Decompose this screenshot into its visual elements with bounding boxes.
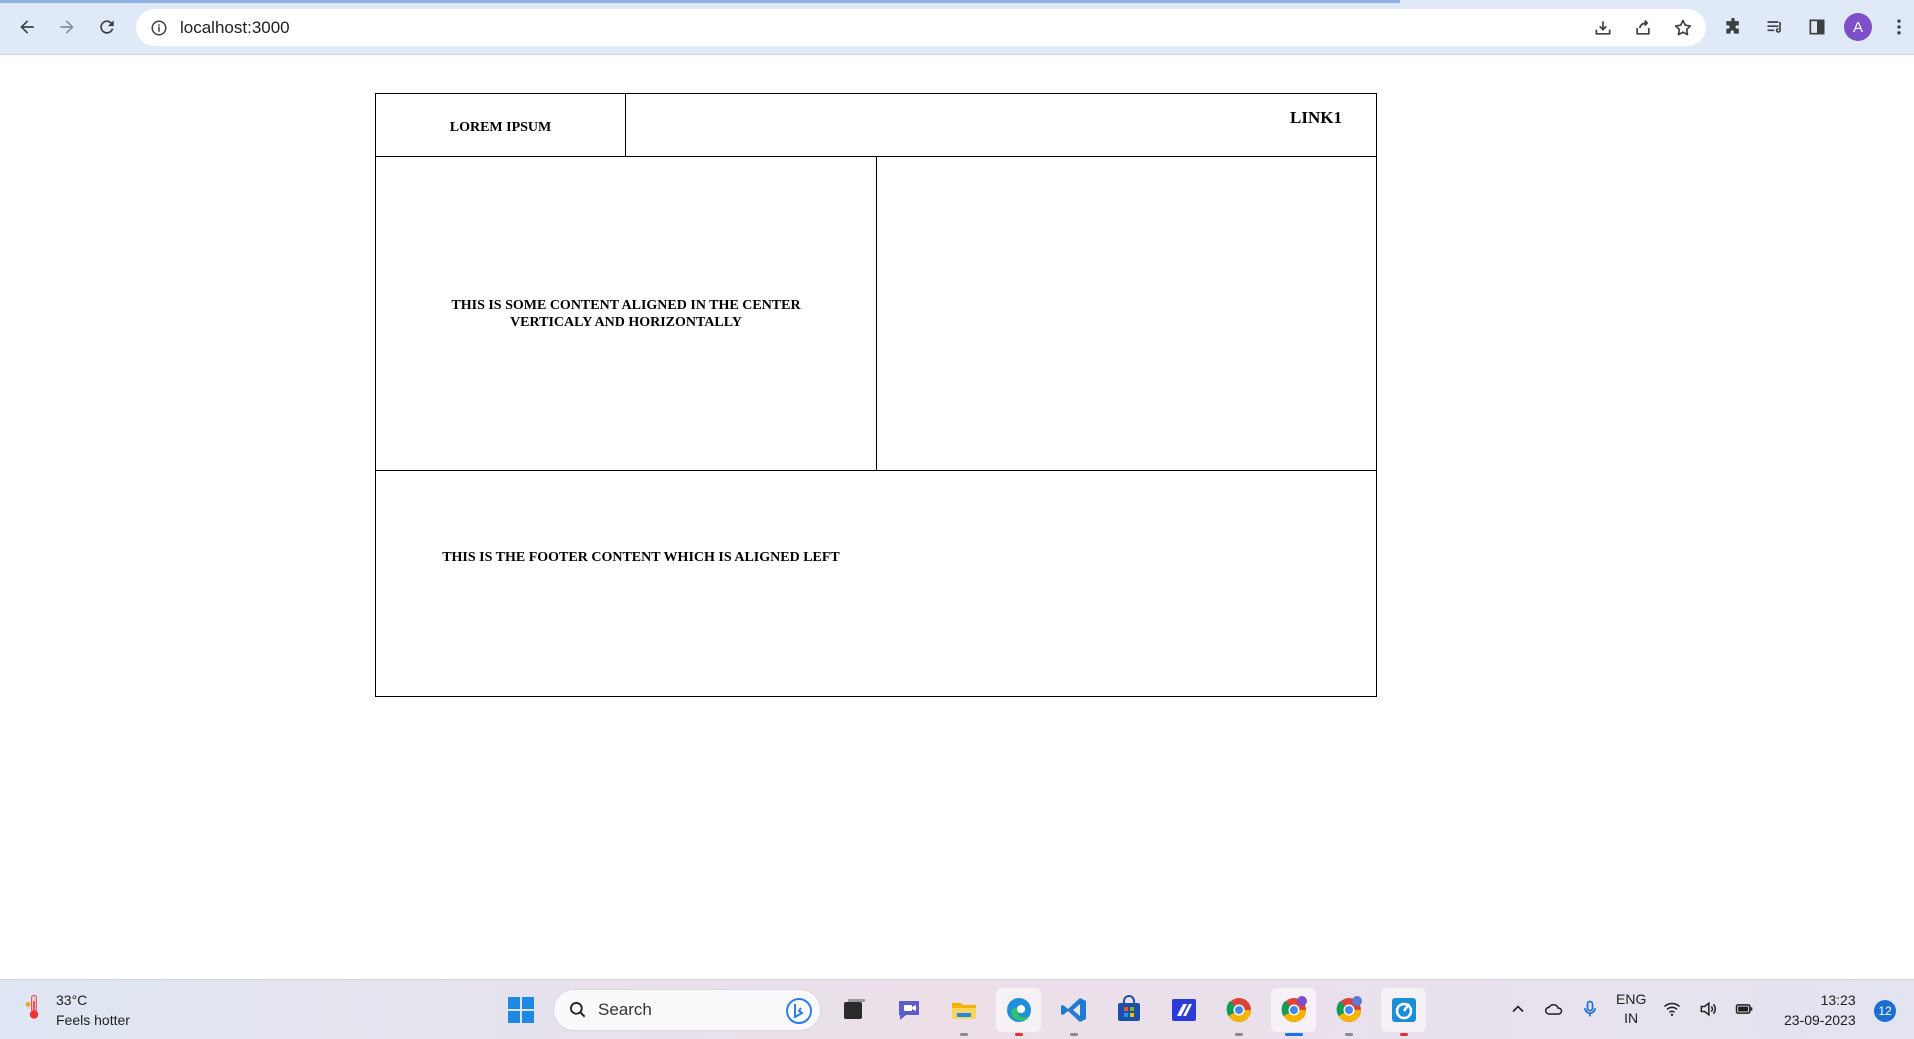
- share-icon[interactable]: [1630, 15, 1656, 41]
- vscode-button[interactable]: [1051, 988, 1096, 1036]
- automate-icon: [1171, 999, 1196, 1021]
- active-indicator: [1284, 1033, 1303, 1036]
- logo-text: LOREM IPSUM: [376, 94, 626, 156]
- chrome-button[interactable]: [1216, 988, 1261, 1036]
- search-label: Search: [598, 1000, 652, 1019]
- store-bag-icon: [1117, 995, 1140, 1021]
- store-button[interactable]: [1106, 988, 1151, 1032]
- arrow-left-icon: [20, 20, 34, 34]
- microphone-icon[interactable]: [1580, 999, 1600, 1019]
- main-center-content: THIS IS SOME CONTENT ALIGNED IN THE CENT…: [376, 157, 877, 470]
- running-indicator: [1344, 1033, 1353, 1036]
- battery-icon[interactable]: [1734, 999, 1754, 1019]
- show-hidden-icons-chevron-up-icon[interactable]: [1508, 999, 1528, 1019]
- file-explorer-button[interactable]: [941, 988, 986, 1036]
- chrome-profile-b-button[interactable]: [1326, 988, 1371, 1036]
- url-text[interactable]: localhost:3000: [180, 18, 290, 38]
- running-indicator: [1069, 1033, 1078, 1036]
- vscode-icon: [1060, 998, 1086, 1022]
- snipping-tool-button[interactable]: [1381, 988, 1426, 1036]
- page-header: LOREM IPSUM LINK1: [376, 94, 1376, 157]
- volume-icon[interactable]: [1698, 999, 1718, 1019]
- snip-icon: [1391, 998, 1416, 1022]
- onedrive-cloud-icon[interactable]: [1544, 999, 1564, 1019]
- edge-browser-icon: [1006, 998, 1031, 1022]
- taskbar-search[interactable]: Search: [553, 989, 821, 1031]
- running-indicator: [1014, 1033, 1023, 1036]
- main-center-text: THIS IS SOME CONTENT ALIGNED IN THE CENT…: [451, 297, 801, 330]
- nav-link-1[interactable]: LINK1: [1290, 108, 1342, 128]
- reload-icon: [100, 20, 114, 34]
- browser-toolbar: localhost:3000 A: [0, 0, 1914, 55]
- weather-widget[interactable]: 33°C Feels hotter: [22, 990, 130, 1030]
- chat-icon: [898, 1001, 919, 1020]
- language-code: ENG: [1616, 991, 1647, 1007]
- profile-avatar[interactable]: A: [1844, 13, 1872, 41]
- forward-button[interactable]: [52, 12, 82, 42]
- page-layout-grid: LOREM IPSUM LINK1 THIS IS SOME CONTENT A…: [375, 93, 1377, 697]
- windows-logo-icon: [507, 997, 534, 1023]
- input-language[interactable]: ENG IN: [1616, 990, 1646, 1028]
- chrome-icon: [1226, 998, 1251, 1022]
- address-bar[interactable]: localhost:3000: [136, 9, 1706, 46]
- reading-list-icon[interactable]: [1760, 12, 1790, 42]
- power-automate-button[interactable]: [1161, 988, 1206, 1032]
- reload-button[interactable]: [92, 12, 122, 42]
- edge-button[interactable]: [996, 988, 1041, 1036]
- arrow-right-icon: [60, 20, 74, 34]
- main-right-panel: [877, 157, 1376, 470]
- system-clock[interactable]: 13:23 23-09-2023: [1784, 990, 1856, 1030]
- taskbar: 33°C Feels hotter Search ENG IN 13:23 23…: [0, 979, 1914, 1039]
- extensions-icon[interactable]: [1718, 12, 1748, 42]
- bing-chat-icon[interactable]: [786, 998, 812, 1024]
- clock-date: 23-09-2023: [1784, 1012, 1856, 1028]
- page-footer: THIS IS THE FOOTER CONTENT WHICH IS ALIG…: [376, 471, 1376, 696]
- install-app-icon[interactable]: [1590, 15, 1616, 41]
- chrome-profile-icon: [1336, 996, 1362, 1022]
- folder-icon: [951, 1003, 976, 1019]
- back-button[interactable]: [12, 12, 42, 42]
- loading-bar: [0, 0, 1400, 3]
- thermometer-icon: [22, 990, 46, 1024]
- start-button[interactable]: [498, 988, 543, 1032]
- running-indicator: [1399, 1033, 1408, 1036]
- weather-temperature: 33°C: [56, 992, 88, 1008]
- task-view-icon: [843, 999, 865, 1019]
- running-indicator: [1234, 1033, 1243, 1036]
- chrome-profile-icon: [1281, 996, 1307, 1022]
- chrome-profile-a-button[interactable]: [1271, 988, 1316, 1036]
- teams-chat-button[interactable]: [886, 988, 931, 1032]
- running-indicator: [959, 1033, 968, 1036]
- search-icon: [570, 1002, 586, 1018]
- region-code: IN: [1624, 1010, 1639, 1026]
- site-info-icon[interactable]: [150, 19, 168, 37]
- bookmark-star-icon[interactable]: [1670, 15, 1696, 41]
- task-view-button[interactable]: [831, 988, 876, 1032]
- weather-description: Feels hotter: [56, 1012, 130, 1028]
- clock-time: 13:23: [1820, 992, 1856, 1008]
- footer-text: THIS IS THE FOOTER CONTENT WHICH IS ALIG…: [442, 550, 840, 565]
- wifi-icon[interactable]: [1662, 999, 1682, 1019]
- side-panel-icon[interactable]: [1802, 12, 1832, 42]
- page-main: THIS IS SOME CONTENT ALIGNED IN THE CENT…: [376, 157, 1376, 471]
- notification-badge[interactable]: 12: [1874, 1000, 1896, 1022]
- menu-kebab-icon[interactable]: [1884, 12, 1914, 42]
